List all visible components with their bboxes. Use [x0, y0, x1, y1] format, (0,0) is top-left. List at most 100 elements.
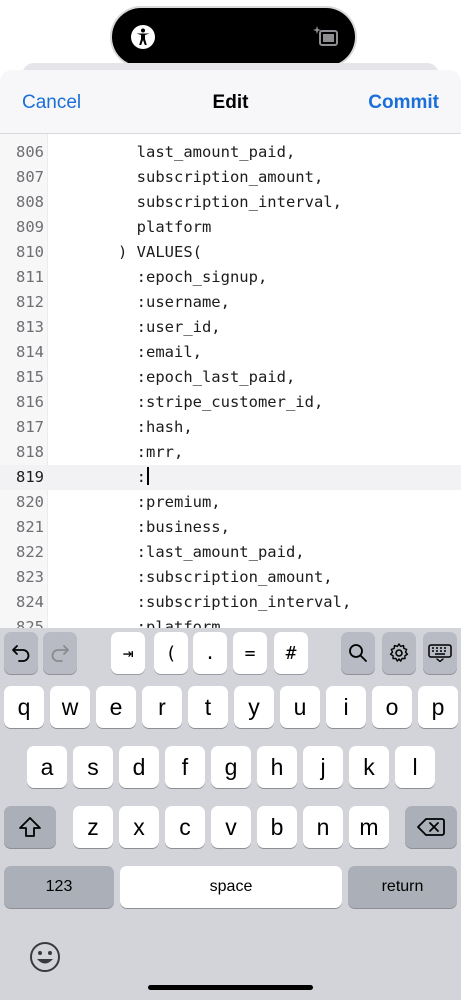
key-x[interactable]: x — [119, 806, 159, 848]
code-text-content: :mrr, — [62, 443, 184, 461]
code-text[interactable]: :platform — [62, 615, 221, 628]
code-line[interactable]: 817 :hash, — [0, 415, 461, 440]
key-s[interactable]: s — [73, 746, 113, 788]
code-text[interactable]: platform — [62, 215, 212, 240]
code-line[interactable]: 813 :user_id, — [0, 315, 461, 340]
delete-icon — [417, 818, 445, 836]
key-c[interactable]: c — [165, 806, 205, 848]
code-text[interactable]: :business, — [62, 515, 230, 540]
code-text[interactable]: :last_amount_paid, — [62, 540, 305, 565]
code-editor[interactable]: 806 last_amount_paid, 807 subscription_am… — [0, 134, 461, 628]
code-line[interactable]: 820 :premium, — [0, 490, 461, 515]
code-text[interactable]: :epoch_signup, — [62, 265, 268, 290]
return-key[interactable]: return — [348, 866, 457, 908]
key-u[interactable]: u — [280, 686, 320, 728]
key-h[interactable]: h — [257, 746, 297, 788]
code-line[interactable]: 815 :epoch_last_paid, — [0, 365, 461, 390]
commit-button[interactable]: Commit — [368, 92, 439, 114]
code-text[interactable]: :subscription_amount, — [62, 565, 333, 590]
code-line[interactable]: 808 subscription_interval, — [0, 190, 461, 215]
code-text-content: :platform — [62, 618, 221, 628]
key-e[interactable]: e — [96, 686, 136, 728]
delete-key[interactable] — [405, 806, 457, 848]
code-text[interactable]: :hash, — [62, 415, 193, 440]
code-line[interactable]: 807 subscription_amount, — [0, 165, 461, 190]
shift-icon — [19, 817, 41, 837]
line-number: 824 — [16, 593, 44, 611]
hash-key[interactable]: # — [274, 632, 308, 674]
code-text[interactable]: :username, — [62, 290, 230, 315]
code-line[interactable]: 818 :mrr, — [0, 440, 461, 465]
key-r[interactable]: r — [142, 686, 182, 728]
key-g[interactable]: g — [211, 746, 251, 788]
code-text[interactable]: :premium, — [62, 490, 221, 515]
code-line[interactable]: 816 :stripe_customer_id, — [0, 390, 461, 415]
redo-button[interactable] — [43, 632, 77, 674]
code-text-content: subscription_amount, — [62, 168, 324, 186]
emoji-icon[interactable] — [28, 940, 62, 974]
key-w[interactable]: w — [50, 686, 90, 728]
code-text-content: platform — [62, 218, 212, 236]
space-key[interactable]: space — [120, 866, 342, 908]
key-i[interactable]: i — [326, 686, 366, 728]
dismiss-keyboard-button[interactable] — [423, 632, 457, 674]
keyboard-dismiss-icon — [428, 644, 452, 662]
key-p[interactable]: p — [418, 686, 458, 728]
code-line[interactable]: 809 platform — [0, 215, 461, 240]
undo-button[interactable] — [4, 632, 38, 674]
key-y[interactable]: y — [234, 686, 274, 728]
shift-key[interactable] — [4, 806, 56, 848]
code-line[interactable]: 823 :subscription_amount, — [0, 565, 461, 590]
key-d[interactable]: d — [119, 746, 159, 788]
code-line[interactable]: 811 :epoch_signup, — [0, 265, 461, 290]
code-text[interactable]: last_amount_paid, — [62, 140, 296, 165]
key-j[interactable]: j — [303, 746, 343, 788]
key-l[interactable]: l — [395, 746, 435, 788]
key-m[interactable]: m — [349, 806, 389, 848]
code-line[interactable]: 810 ) VALUES( — [0, 240, 461, 265]
gear-icon — [389, 643, 409, 662]
code-text[interactable]: :email, — [62, 340, 202, 365]
code-text[interactable]: :epoch_last_paid, — [62, 365, 296, 390]
key-f[interactable]: f — [165, 746, 205, 788]
numbers-key[interactable]: 123 — [4, 866, 114, 908]
code-text[interactable]: : — [62, 465, 149, 490]
tab-key[interactable]: ⇥ — [111, 632, 145, 674]
key-v[interactable]: v — [211, 806, 251, 848]
code-line[interactable]: 812 :username, — [0, 290, 461, 315]
key-z[interactable]: z — [73, 806, 113, 848]
key-o[interactable]: o — [372, 686, 412, 728]
code-line[interactable]: 821 :business, — [0, 515, 461, 540]
line-number: 818 — [16, 443, 44, 461]
code-text-content: :premium, — [62, 493, 221, 511]
code-line[interactable]: 822 :last_amount_paid, — [0, 540, 461, 565]
dot-key[interactable]: . — [193, 632, 227, 674]
code-text[interactable]: subscription_amount, — [62, 165, 324, 190]
keyboard: ⇥ ( . = # qwertyuiop asdfghjkl zxcvbnm 123… — [0, 628, 461, 1000]
code-line[interactable]: 824 :subscription_interval, — [0, 590, 461, 615]
code-text[interactable]: :stripe_customer_id, — [62, 390, 324, 415]
undo-icon — [12, 645, 30, 662]
code-text[interactable]: :user_id, — [62, 315, 221, 340]
key-t[interactable]: t — [188, 686, 228, 728]
code-line[interactable]: 825 :platform — [0, 615, 461, 628]
key-k[interactable]: k — [349, 746, 389, 788]
search-button[interactable] — [341, 632, 375, 674]
code-text-content: :stripe_customer_id, — [62, 393, 324, 411]
key-q[interactable]: q — [4, 686, 44, 728]
open-paren-key[interactable]: ( — [154, 632, 188, 674]
code-text[interactable]: :subscription_interval, — [62, 590, 352, 615]
code-text[interactable]: :mrr, — [62, 440, 184, 465]
line-number: 821 — [16, 518, 44, 536]
key-b[interactable]: b — [257, 806, 297, 848]
code-text[interactable]: ) VALUES( — [62, 240, 202, 265]
nav-bar: Cancel Edit Commit — [0, 70, 461, 134]
code-line[interactable]: 819 : — [0, 465, 461, 490]
key-a[interactable]: a — [27, 746, 67, 788]
code-line[interactable]: 814 :email, — [0, 340, 461, 365]
key-n[interactable]: n — [303, 806, 343, 848]
settings-button[interactable] — [382, 632, 416, 674]
code-text[interactable]: subscription_interval, — [62, 190, 342, 215]
equals-key[interactable]: = — [233, 632, 267, 674]
code-line[interactable]: 806 last_amount_paid, — [0, 140, 461, 165]
